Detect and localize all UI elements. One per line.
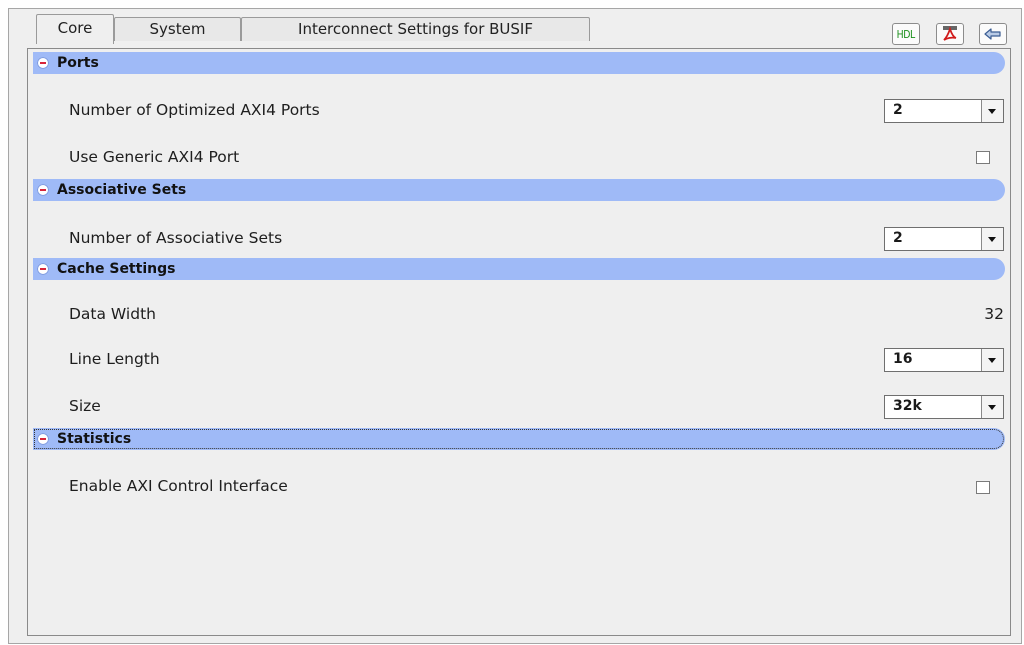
generic-axi4-port-label: Use Generic AXI4 Port [69,148,240,166]
tab-system[interactable]: System [114,17,241,41]
num-optimized-ports-label: Number of Optimized AXI4 Ports [69,101,320,119]
axi-control-interface-label: Enable AXI Control Interface [69,477,288,495]
tab-interconnect-settings[interactable]: Interconnect Settings for BUSIF [241,17,590,41]
axi-control-interface-checkbox[interactable] [976,481,990,494]
collapse-icon[interactable] [37,263,49,275]
tab-core-label: Core [57,19,93,37]
pdf-icon [943,26,957,41]
back-button[interactable] [979,23,1007,45]
section-associative-sets-title: Associative Sets [57,182,187,198]
hdl-button[interactable]: HDL [892,23,920,45]
collapse-icon[interactable] [37,57,49,69]
chevron-down-icon[interactable] [981,349,1003,371]
pdf-button[interactable] [936,23,964,45]
generic-axi4-port-checkbox[interactable] [976,151,990,164]
settings-panel [27,48,1011,636]
line-length-select[interactable]: 16 [884,348,1004,372]
collapse-icon[interactable] [37,184,49,196]
num-associative-sets-select[interactable]: 2 [884,227,1004,251]
data-width-value: 32 [984,305,1004,323]
size-label: Size [69,397,101,415]
size-select[interactable]: 32k [884,395,1004,419]
hdl-icon: HDL [896,27,916,41]
size-value: 32k [893,398,922,414]
section-cache-settings-title: Cache Settings [57,261,176,277]
section-ports-title: Ports [57,55,99,71]
num-optimized-ports-select[interactable]: 2 [884,99,1004,123]
num-optimized-ports-value: 2 [893,102,903,118]
num-associative-sets-value: 2 [893,230,903,246]
section-ports-header[interactable]: Ports [33,52,1005,74]
section-statistics-header[interactable]: Statistics [33,428,1005,450]
tab-core[interactable]: Core [36,14,114,44]
line-length-label: Line Length [69,350,160,368]
chevron-down-icon[interactable] [981,228,1003,250]
section-cache-settings-header[interactable]: Cache Settings [33,258,1005,280]
line-length-value: 16 [893,351,913,367]
chevron-down-icon[interactable] [981,396,1003,418]
collapse-icon[interactable] [37,433,49,445]
data-width-label: Data Width [69,305,156,323]
num-associative-sets-label: Number of Associative Sets [69,229,283,247]
section-statistics-title: Statistics [57,431,132,447]
section-associative-sets-header[interactable]: Associative Sets [33,179,1005,201]
tab-interconnect-settings-label: Interconnect Settings for BUSIF [298,20,533,38]
tab-system-label: System [149,20,206,38]
chevron-down-icon[interactable] [981,100,1003,122]
back-arrow-icon [984,28,1001,40]
